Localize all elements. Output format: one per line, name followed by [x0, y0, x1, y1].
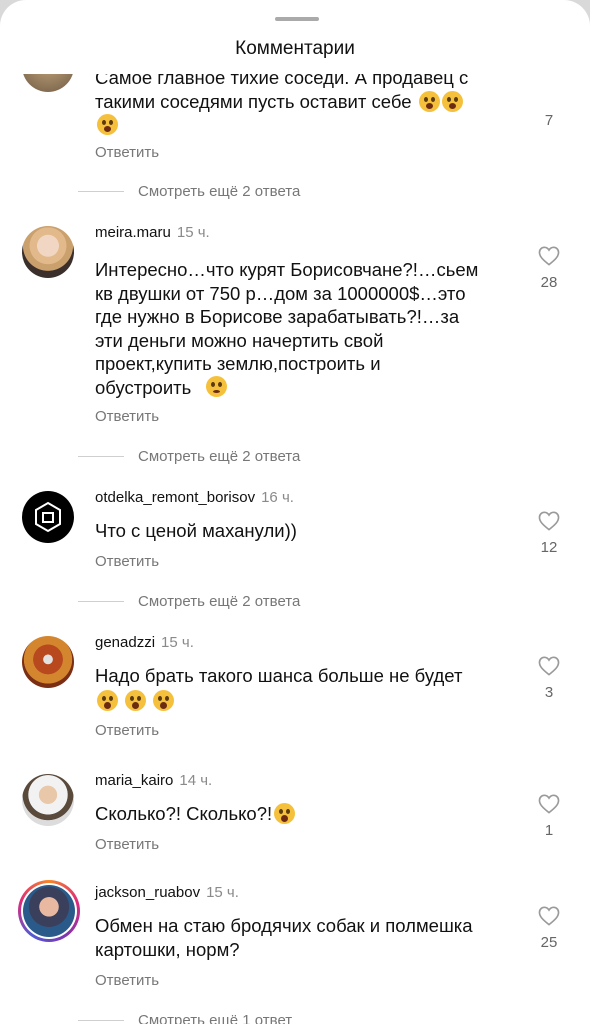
divider	[78, 456, 124, 457]
comments-sheet: Комментарии Самое главное тихие соседи. …	[0, 0, 590, 1024]
like-button[interactable]: 3	[534, 656, 564, 701]
like-button[interactable]: 7	[534, 104, 564, 129]
logo-avatar[interactable]	[22, 491, 74, 543]
astonished-emoji-icon	[97, 690, 118, 711]
woman-winter-avatar[interactable]	[22, 774, 74, 826]
like-count: 3	[544, 684, 554, 701]
like-count: 28	[540, 274, 558, 291]
sheet-title: Комментарии	[235, 38, 355, 59]
username[interactable]: otdelka_remont_borisov	[95, 489, 255, 506]
joy-emoji-icon	[441, 90, 463, 112]
like-count: 1	[544, 822, 554, 839]
timestamp: 16 ч.	[261, 489, 294, 506]
house-logo-icon	[35, 501, 61, 533]
like-button[interactable]: 28	[534, 246, 564, 291]
username[interactable]: maria_kairo	[95, 772, 173, 789]
like-count: 12	[540, 539, 558, 556]
reply-button[interactable]: Ответить	[95, 972, 159, 989]
like-count: 25	[540, 934, 558, 951]
comment-text: Обмен на стаю бродячих собак и полмешка …	[95, 915, 473, 960]
man-chair-avatar[interactable]	[22, 636, 74, 688]
heart-icon	[538, 246, 560, 266]
comment-text: Что с ценой маханули))	[95, 520, 297, 541]
like-count: 7	[544, 112, 554, 129]
astonished-emoji-icon	[153, 690, 175, 711]
username[interactable]: genadzzi	[95, 634, 155, 651]
divider	[78, 1020, 124, 1021]
like-button[interactable]: 25	[534, 906, 564, 951]
like-button[interactable]: 1	[534, 794, 564, 839]
timestamp: 15 ч.	[161, 634, 194, 651]
reply-button[interactable]: Ответить	[95, 144, 159, 161]
view-replies-button[interactable]: Смотреть ещё 2 ответа	[78, 593, 300, 610]
comment-meta: otdelka_remont_borisov 16 ч.	[95, 489, 294, 506]
astonished-emoji-icon	[125, 690, 147, 711]
heart-icon	[538, 794, 560, 814]
story-ring[interactable]	[18, 880, 80, 942]
comment-meta: genadzzi 15 ч.	[95, 634, 194, 651]
reply-button[interactable]: Ответить	[95, 836, 159, 853]
view-replies-button[interactable]: Смотреть ещё 2 ответа	[78, 183, 300, 200]
reply-button[interactable]: Ответить	[95, 553, 159, 570]
man-portrait-avatar	[23, 885, 75, 937]
woman-blonde-avatar[interactable]	[22, 226, 74, 278]
heart-icon	[538, 906, 560, 926]
comment-meta: maria_kairo 14 ч.	[95, 772, 212, 789]
divider	[78, 601, 124, 602]
drag-handle[interactable]	[275, 17, 319, 21]
comment-meta: jackson_ruabov 15 ч.	[95, 884, 239, 901]
timestamp: 15 ч.	[176, 224, 210, 241]
comment-text: Надо брать такого шанса больше не будет	[95, 665, 463, 686]
heart-icon	[538, 656, 560, 676]
smirk-emoji-icon	[206, 376, 227, 397]
divider	[78, 191, 124, 192]
comments-list[interactable]: Самое главное тихие соседи. А продавец с…	[0, 74, 590, 1024]
username[interactable]: meira.maru	[95, 224, 171, 241]
view-replies-button[interactable]: Смотреть ещё 1 ответ	[78, 1012, 292, 1024]
timestamp: 15 ч.	[206, 884, 239, 901]
view-replies-button[interactable]: Смотреть ещё 2 ответа	[78, 448, 300, 465]
username[interactable]: jackson_ruabov	[95, 884, 200, 901]
comment-meta: meira.maru 15 ч.	[95, 224, 210, 241]
avatar[interactable]	[22, 74, 74, 92]
joy-emoji-icon	[418, 90, 440, 112]
like-button[interactable]: 12	[534, 511, 564, 556]
comment-text: Сколько?! Сколько?!	[95, 802, 515, 826]
timestamp: 14 ч.	[179, 772, 213, 789]
astonished-emoji-icon	[274, 803, 296, 824]
reply-button[interactable]: Ответить	[95, 408, 159, 425]
heart-icon	[538, 511, 560, 531]
reply-button[interactable]: Ответить	[95, 722, 159, 739]
comment-text: Самое главное тихие соседи. А продавец с…	[95, 74, 515, 137]
comment-partial: Самое главное тихие соседи. А продавец с…	[0, 74, 590, 184]
joy-emoji-icon	[97, 114, 118, 135]
comment-text: Интересно…что курят Борисовчане?!…сьем к…	[95, 259, 479, 398]
